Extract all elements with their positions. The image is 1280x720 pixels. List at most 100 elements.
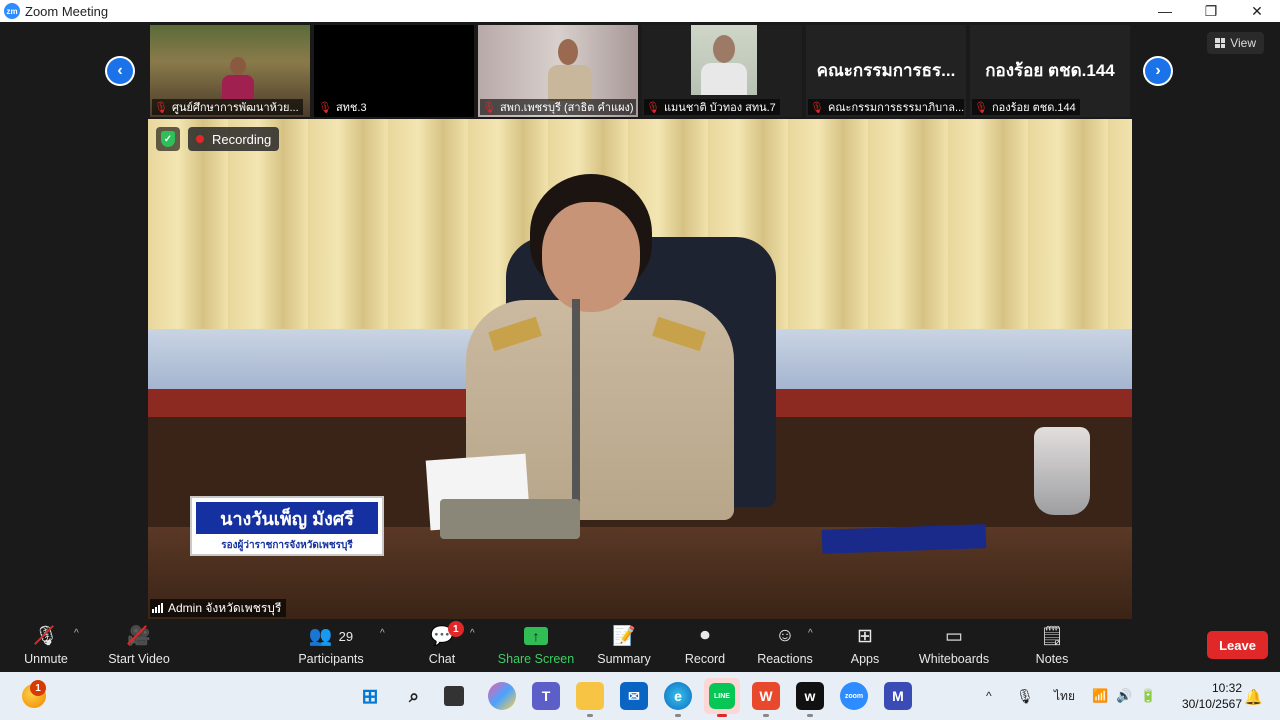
participant-tile[interactable]: กองร้อย ตชด.144 🎙 กองร้อย ตชด.144 xyxy=(970,25,1130,117)
recording-indicator[interactable]: Recording xyxy=(188,127,280,151)
search-icon[interactable]: ⌕ xyxy=(400,682,428,710)
participant-tile[interactable]: 🎙 แมนชาติ บัวทอง สทน.7 xyxy=(642,25,802,117)
record-button[interactable]: ⏺ Record xyxy=(682,620,728,672)
chat-unread-badge: 1 xyxy=(447,621,464,637)
zoom-logo-icon: zm xyxy=(4,3,20,19)
unmute-button[interactable]: 🎙 Unmute xyxy=(18,620,74,672)
mail-icon[interactable]: ✉ xyxy=(620,682,648,710)
line-app-button[interactable]: LINE xyxy=(704,678,740,717)
leave-button[interactable]: Leave xyxy=(1207,631,1268,659)
show-hidden-icons-chevron-icon[interactable]: ^ xyxy=(986,672,992,720)
apps-button[interactable]: ⊞ Apps xyxy=(846,620,884,672)
nameplate: นางวันเพ็ญ มังศรี รองผู้ว่าราชการจังหวัด… xyxy=(190,496,384,556)
share-screen-icon: ↑ xyxy=(524,623,548,649)
previous-page-button[interactable]: ‹ xyxy=(105,56,135,86)
chat-options-chevron-icon[interactable]: ^ xyxy=(470,628,475,639)
microphone-base xyxy=(440,499,580,539)
grid-view-icon xyxy=(1215,38,1226,48)
mic-off-icon: 🎙 xyxy=(154,101,168,114)
battery-icon[interactable]: 🔋 xyxy=(1140,672,1156,720)
notes-icon: 🗒 xyxy=(1039,626,1065,647)
volume-icon[interactable]: 🔊 xyxy=(1116,672,1132,720)
task-view-icon[interactable] xyxy=(444,686,464,706)
clock-date: 30/10/2567 xyxy=(1181,697,1242,711)
minimize-button[interactable]: — xyxy=(1142,0,1188,22)
weather-badge: 1 xyxy=(30,680,46,696)
people-icon: 👥 29 xyxy=(308,626,354,647)
maximize-button[interactable]: ❐ xyxy=(1188,0,1234,22)
start-video-button[interactable]: 🎥 Start Video xyxy=(104,620,174,672)
participant-name-label: 🎙 คณะกรรมการธรรมาภิบาล... xyxy=(808,99,964,115)
participant-video xyxy=(691,25,757,95)
view-button-label: View xyxy=(1230,36,1256,50)
mic-off-icon: 🎙 xyxy=(810,101,824,114)
participant-big-name: กองร้อย ตชด.144 xyxy=(985,61,1115,80)
teams-icon[interactable]: T xyxy=(532,682,560,710)
meeting-area: View ‹ › 🎙 ศูนย์ศึกษาการพัฒนาห้วย... 🎙 ส… xyxy=(0,22,1280,620)
record-icon: ⏺ xyxy=(700,625,710,646)
file-explorer-icon[interactable] xyxy=(576,682,604,717)
whiteboards-button[interactable]: ▭ Whiteboards xyxy=(916,620,992,672)
window-title: Zoom Meeting xyxy=(25,3,109,19)
reactions-button[interactable]: ☺ Reactions xyxy=(756,620,814,672)
close-button[interactable]: ✕ xyxy=(1234,0,1280,22)
line-icon: LINE xyxy=(709,683,735,709)
clock-time: 10:32 xyxy=(1211,681,1242,695)
microphone-tray-icon[interactable]: 🎙 xyxy=(1016,672,1034,720)
windows-start-icon[interactable]: ⊞ xyxy=(356,682,384,710)
participant-name-label: 🎙 สพก.เพชรบุรี (สาธิต คำแผง) xyxy=(480,99,636,115)
meeting-toolbar: 🎙 Unmute ^ 🎥 Start Video 👥 29 Participant… xyxy=(0,620,1280,672)
mic-off-icon: 🎙 xyxy=(482,101,496,114)
shield-check-icon: ✓ xyxy=(161,131,175,147)
participants-button[interactable]: 👥 29 Participants xyxy=(296,620,366,672)
participant-tile[interactable]: คณะกรรมการธร... 🎙 คณะกรรมการธรรมาภิบาล..… xyxy=(806,25,966,117)
participant-strip: 🎙 ศูนย์ศึกษาการพัฒนาห้วย... 🎙 สทช.3 🎙 สพ… xyxy=(150,25,1130,117)
wps-office-icon[interactable]: W xyxy=(752,682,780,717)
microphone xyxy=(572,299,580,519)
speaker-name-label: Admin จังหวัดเพชรบุรี xyxy=(150,599,287,617)
next-page-button[interactable]: › xyxy=(1143,56,1173,86)
participant-name-label: 🎙 แมนชาติ บัวทอง สทน.7 xyxy=(644,99,780,115)
input-language[interactable]: ไทย xyxy=(1054,672,1075,720)
taskbar-clock[interactable]: 10:32 30/10/2567 xyxy=(1166,680,1242,712)
window-controls: — ❐ ✕ xyxy=(1142,0,1280,22)
chevron-right-icon: › xyxy=(1145,58,1171,84)
participant-tile[interactable]: 🎙 สทช.3 xyxy=(314,25,474,117)
mic-off-icon: 🎙 xyxy=(318,101,332,114)
chat-button[interactable]: 💬 1 Chat xyxy=(422,620,464,672)
summary-button[interactable]: 📝 Summary xyxy=(596,620,652,672)
view-button[interactable]: View xyxy=(1207,32,1264,54)
zoom-app-icon[interactable]: zoom xyxy=(840,682,868,710)
recording-dot-icon xyxy=(196,135,204,143)
wifi-icon[interactable]: 📶 xyxy=(1092,672,1108,720)
microphone-muted-icon: 🎙 xyxy=(33,625,59,647)
copilot-icon[interactable] xyxy=(488,682,516,710)
smiley-icon: ☺ xyxy=(775,625,795,646)
signal-bars-icon xyxy=(152,603,163,613)
chat-icon: 💬 1 xyxy=(430,621,464,649)
participant-name-label: 🎙 ศูนย์ศึกษาการพัฒนาห้วย... xyxy=(152,99,303,115)
participant-tile[interactable]: 🎙 ศูนย์ศึกษาการพัฒนาห้วย... xyxy=(150,25,310,117)
participants-options-chevron-icon[interactable]: ^ xyxy=(380,628,385,639)
summary-icon: 📝 xyxy=(612,626,636,647)
windows-taskbar: 1 ⊞ ⌕ T ✉ e LINE W w zoom M ^ 🎙 ไทย 📶 🔊 … xyxy=(0,672,1280,720)
active-speaker-video[interactable]: นางวันเพ็ญ มังศรี รองผู้ว่าราชการจังหวัด… xyxy=(148,119,1132,619)
edge-browser-icon[interactable]: e xyxy=(664,682,692,717)
mic-off-icon: 🎙 xyxy=(974,101,988,114)
nameplate-title: รองผู้ว่าราชการจังหวัดเพชรบุรี xyxy=(221,539,353,551)
participant-tile[interactable]: 🎙 สพก.เพชรบุรี (สาธิต คำแผง) xyxy=(478,25,638,117)
encryption-badge[interactable]: ✓ xyxy=(156,127,180,151)
share-screen-button[interactable]: ↑ Share Screen xyxy=(496,620,576,672)
recording-label: Recording xyxy=(212,131,272,147)
reactions-options-chevron-icon[interactable]: ^ xyxy=(808,628,813,639)
pen-app-icon[interactable]: M xyxy=(884,682,912,710)
title-bar: zm Zoom Meeting — ❐ ✕ xyxy=(0,0,1280,22)
mic-off-icon: 🎙 xyxy=(646,101,660,114)
notes-button[interactable]: 🗒 Notes xyxy=(1032,620,1072,672)
notification-bell-icon[interactable]: 🔔 xyxy=(1244,688,1263,706)
chevron-left-icon: ‹ xyxy=(107,58,133,84)
audio-options-chevron-icon[interactable]: ^ xyxy=(74,628,79,639)
whiteboard-icon: ▭ xyxy=(945,625,963,647)
webex-icon[interactable]: w xyxy=(796,682,824,717)
participant-video xyxy=(548,39,592,101)
